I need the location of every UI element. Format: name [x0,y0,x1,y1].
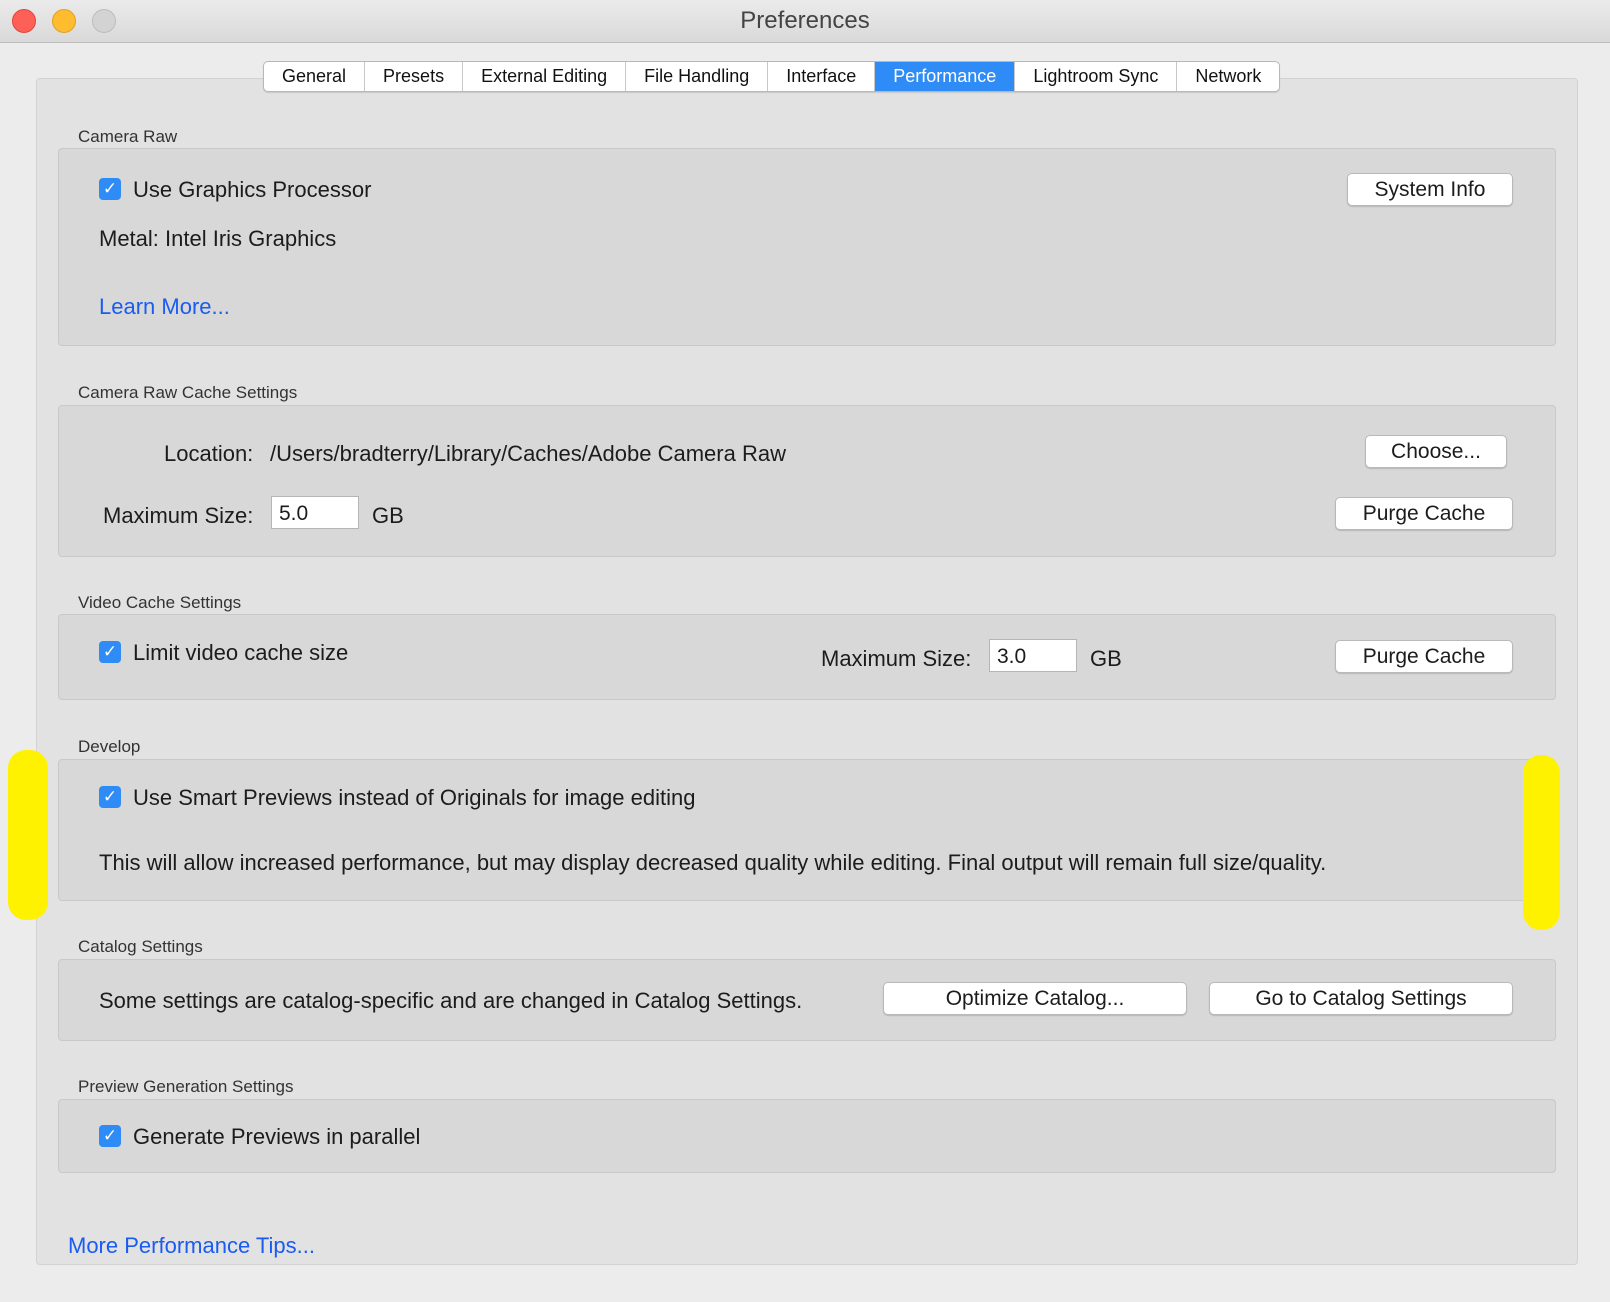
video-max-size-label: Maximum Size: [821,646,972,671]
video-max-size-input[interactable]: 3.0 [989,639,1077,672]
catalog-settings-box: Some settings are catalog-specific and a… [58,959,1556,1041]
video-cache-box: ✓ Limit video cache size Maximum Size: 3… [58,614,1556,700]
camera-raw-heading: Camera Raw [78,127,178,146]
checkmark-icon: ✓ [102,1126,118,1145]
optimize-catalog-button[interactable]: Optimize Catalog... [883,982,1187,1015]
choose-button[interactable]: Choose... [1365,435,1507,468]
location-label: Location: [164,441,254,466]
limit-video-cache-label[interactable]: Limit video cache size [133,640,348,666]
develop-description: This will allow increased performance, b… [99,850,1327,875]
cache-max-size-input[interactable]: 5.0 [271,496,359,529]
checkmark-icon: ✓ [102,642,118,661]
tab-performance[interactable]: Performance [875,62,1016,91]
title-bar: Preferences [0,0,1610,43]
camera-raw-box: ✓ Use Graphics Processor Metal: Intel Ir… [58,148,1556,346]
tab-file-handling[interactable]: File Handling [626,62,769,91]
window-title: Preferences [740,7,870,34]
learn-more-link[interactable]: Learn More... [99,294,230,320]
checkmark-icon: ✓ [102,787,118,806]
highlight-mark-left [8,750,48,920]
more-performance-tips-link[interactable]: More Performance Tips... [68,1233,315,1259]
catalog-description: Some settings are catalog-specific and a… [99,988,803,1013]
cache-settings-heading: Camera Raw Cache Settings [78,383,298,402]
go-to-catalog-settings-button[interactable]: Go to Catalog Settings [1209,982,1513,1015]
develop-box: ✓ Use Smart Previews instead of Original… [58,759,1556,901]
tab-network[interactable]: Network [1177,62,1279,91]
gpu-info-text: Metal: Intel Iris Graphics [99,226,337,251]
tab-lightroom-sync[interactable]: Lightroom Sync [1015,62,1178,91]
checkmark-icon: ✓ [102,179,118,198]
cache-max-size-label: Maximum Size: [103,503,254,528]
generate-previews-checkbox[interactable]: ✓ [99,1125,121,1147]
system-info-button[interactable]: System Info [1347,173,1513,206]
preview-generation-box: ✓ Generate Previews in parallel [58,1099,1556,1173]
location-value: /Users/bradterry/Library/Caches/Adobe Ca… [270,441,786,466]
tab-bar: General Presets External Editing File Ha… [263,61,1281,92]
smart-previews-label[interactable]: Use Smart Previews instead of Originals … [133,785,695,811]
tab-interface[interactable]: Interface [768,62,876,91]
preview-generation-heading: Preview Generation Settings [78,1077,294,1096]
catalog-settings-heading: Catalog Settings [78,937,203,956]
cache-unit-label: GB [372,503,404,528]
purge-cache-button[interactable]: Purge Cache [1335,497,1513,530]
cache-settings-box: Location: /Users/bradterry/Library/Cache… [58,405,1556,557]
video-cache-heading: Video Cache Settings [78,593,242,612]
video-unit-label: GB [1090,646,1122,671]
develop-heading: Develop [78,737,141,756]
highlight-mark-right [1523,755,1560,930]
generate-previews-label[interactable]: Generate Previews in parallel [133,1124,420,1150]
video-purge-cache-button[interactable]: Purge Cache [1335,640,1513,673]
use-gpu-checkbox[interactable]: ✓ [99,178,121,200]
limit-video-cache-checkbox[interactable]: ✓ [99,641,121,663]
use-gpu-label[interactable]: Use Graphics Processor [133,177,371,203]
tab-general[interactable]: General [264,62,366,91]
tab-presets[interactable]: Presets [365,62,464,91]
smart-previews-checkbox[interactable]: ✓ [99,786,121,808]
tab-external-editing[interactable]: External Editing [463,62,627,91]
